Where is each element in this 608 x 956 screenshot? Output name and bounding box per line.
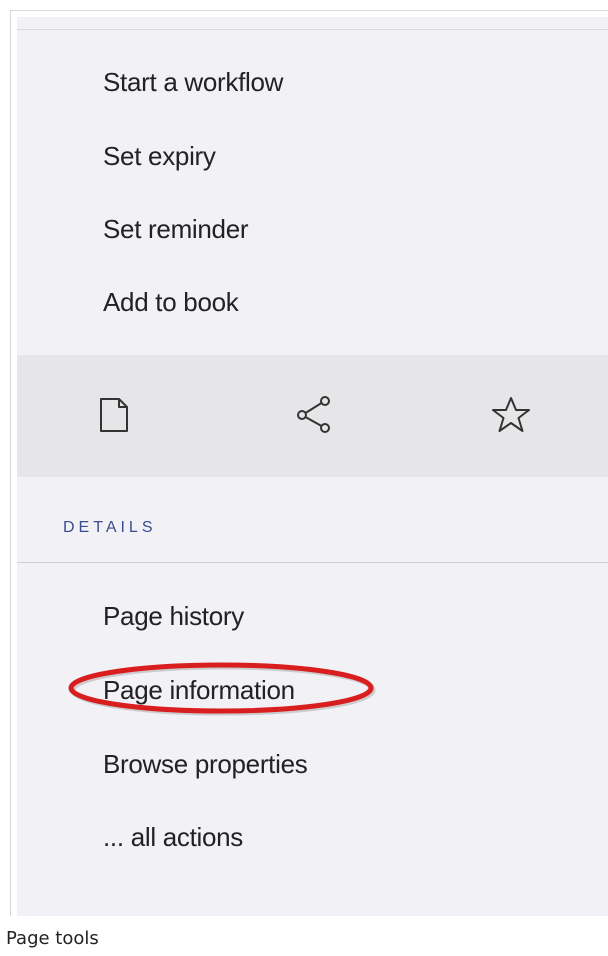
- quick-actions-toolbar: [17, 355, 608, 477]
- page-tools-panel: Start a workflow Set expiry Set reminder…: [10, 10, 608, 916]
- menu-item-start-workflow[interactable]: Start a workflow: [103, 67, 283, 98]
- menu-item-add-to-book[interactable]: Add to book: [103, 287, 239, 318]
- details-heading: DETAILS: [63, 519, 157, 536]
- share-icon[interactable]: [294, 395, 334, 435]
- page-tools-screenshot: Start a workflow Set expiry Set reminder…: [0, 0, 608, 956]
- menu-item-set-reminder[interactable]: Set reminder: [103, 214, 249, 245]
- details-divider: [17, 562, 608, 563]
- menu-item-browse-properties[interactable]: Browse properties: [103, 749, 308, 780]
- menu-item-all-actions[interactable]: ... all actions: [103, 822, 243, 853]
- menu-item-set-expiry[interactable]: Set expiry: [103, 141, 216, 172]
- figure-caption: Page tools: [6, 928, 99, 949]
- menu-item-page-history[interactable]: Page history: [103, 601, 244, 632]
- menu-item-page-information[interactable]: Page information: [103, 675, 295, 706]
- page-tools-menu: Start a workflow Set expiry Set reminder…: [17, 17, 608, 916]
- top-divider: [17, 29, 608, 30]
- star-icon[interactable]: [491, 395, 531, 435]
- page-icon[interactable]: [95, 395, 135, 435]
